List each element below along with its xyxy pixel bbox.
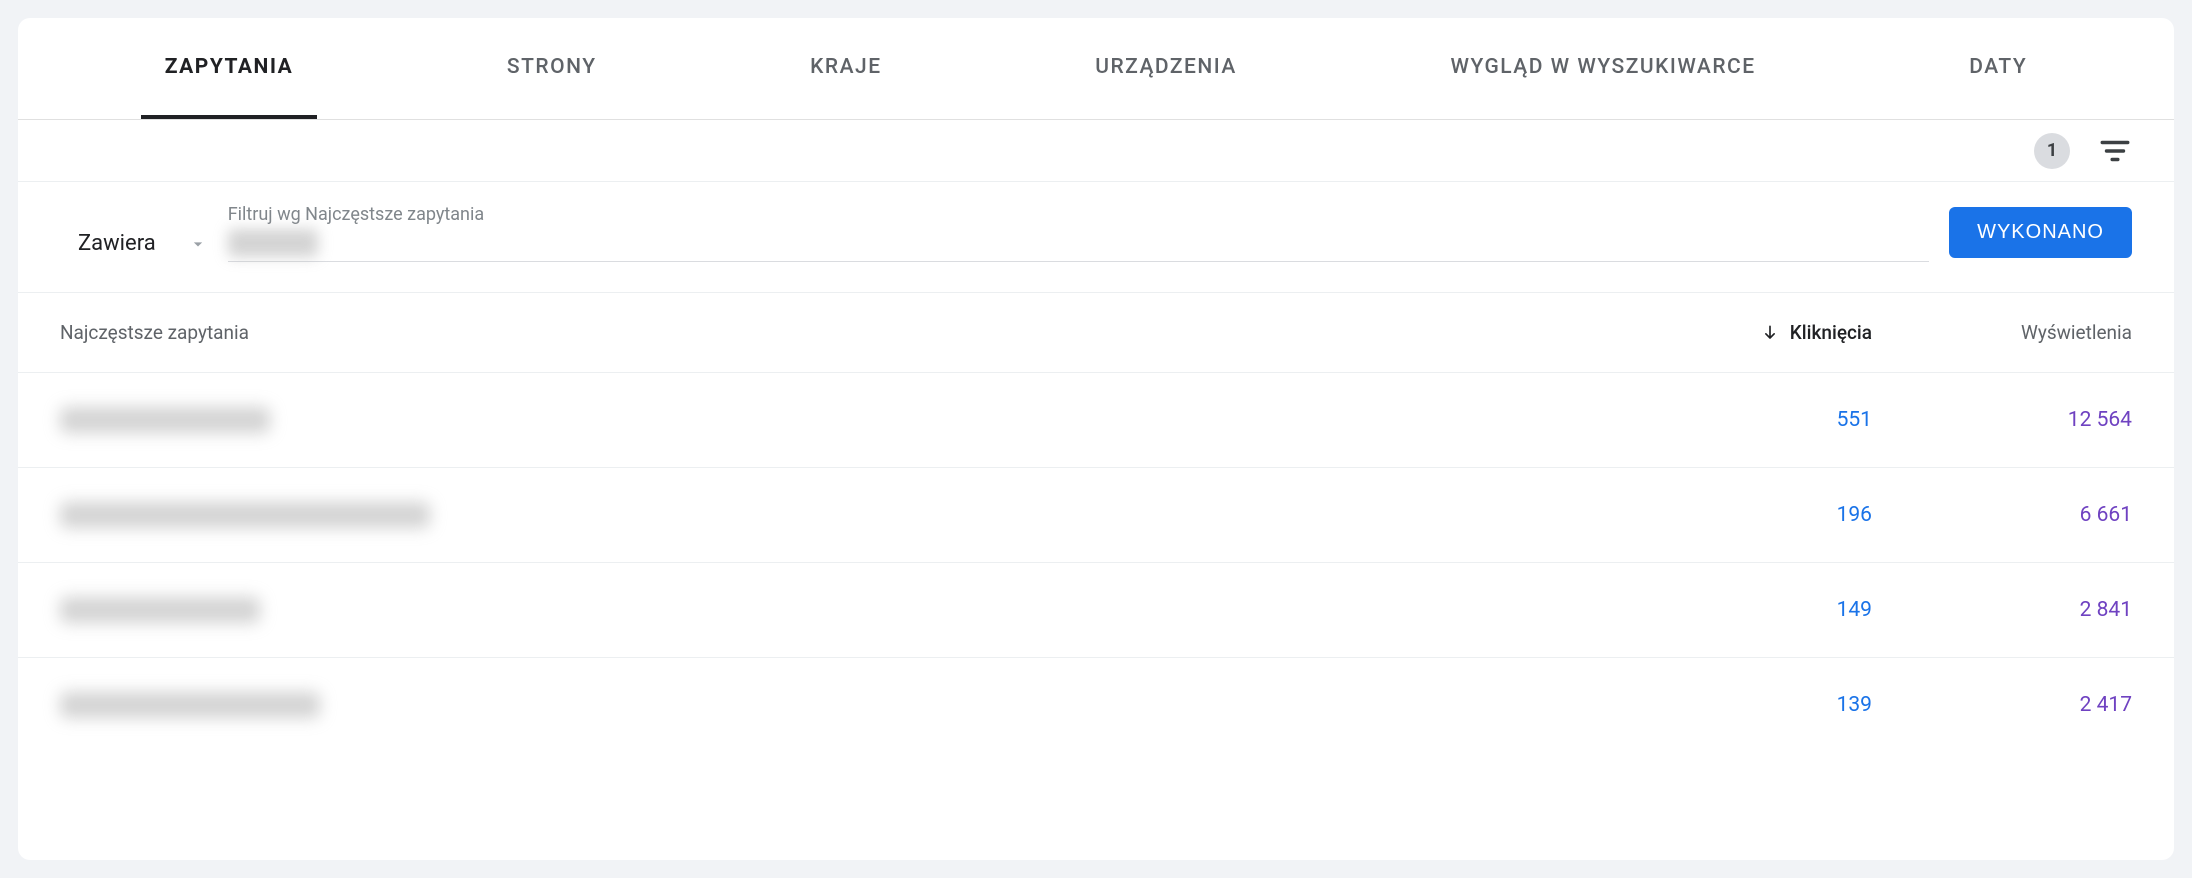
col-clicks-label: Kliknięcia <box>1790 321 1872 344</box>
col-query-header[interactable]: Najczęstsze zapytania <box>60 321 1612 344</box>
tab-queries[interactable]: ZAPYTANIA <box>141 18 317 119</box>
sort-desc-icon <box>1760 323 1780 343</box>
table-row[interactable]: 1492 841 <box>18 562 2174 657</box>
query-cell <box>60 502 1612 528</box>
tabs-bar: ZAPYTANIA STRONY KRAJE URZĄDZENIA WYGLĄD… <box>18 18 2174 120</box>
table-row[interactable]: 55112 564 <box>18 372 2174 467</box>
done-button[interactable]: WYKONANO <box>1949 207 2132 258</box>
col-impressions-header[interactable]: Wyświetlenia <box>1872 321 2132 344</box>
query-cell <box>60 597 1612 623</box>
active-filters-badge[interactable]: 1 <box>2034 133 2070 169</box>
report-panel: ZAPYTANIA STRONY KRAJE URZĄDZENIA WYGLĄD… <box>18 18 2174 860</box>
filter-input-label: Filtruj wg Najczęstsze zapytania <box>228 204 1929 225</box>
tab-devices[interactable]: URZĄDZENIA <box>1071 18 1261 119</box>
query-text <box>60 597 260 623</box>
impressions-cell: 6 661 <box>1872 503 2132 527</box>
tab-appearance[interactable]: WYGLĄD W WYSZUKIWARCE <box>1426 18 1779 119</box>
table-header: Najczęstsze zapytania Kliknięcia Wyświet… <box>18 292 2174 372</box>
impressions-cell: 2 841 <box>1872 598 2132 622</box>
impressions-cell: 12 564 <box>1872 408 2132 432</box>
filter-list-icon[interactable] <box>2098 134 2132 168</box>
filter-mode-select[interactable]: Zawiera <box>78 231 208 262</box>
tab-pages[interactable]: STRONY <box>483 18 621 119</box>
query-text <box>60 407 270 433</box>
filter-mode-label: Zawiera <box>78 231 156 256</box>
query-cell <box>60 407 1612 433</box>
filter-row: Zawiera Filtruj wg Najczęstsze zapytania… <box>18 182 2174 280</box>
query-cell <box>60 692 1612 718</box>
query-text <box>60 692 320 718</box>
table-row[interactable]: 1966 661 <box>18 467 2174 562</box>
query-text <box>60 502 430 528</box>
clicks-cell: 551 <box>1612 408 1872 432</box>
impressions-cell: 2 417 <box>1872 693 2132 717</box>
chevron-down-icon <box>188 234 208 254</box>
table-body: 55112 5641966 6611492 8411392 417 <box>18 372 2174 752</box>
tab-dates[interactable]: DATY <box>1945 18 2051 119</box>
col-clicks-header[interactable]: Kliknięcia <box>1612 321 1872 344</box>
clicks-cell: 196 <box>1612 503 1872 527</box>
clicks-cell: 149 <box>1612 598 1872 622</box>
clicks-cell: 139 <box>1612 693 1872 717</box>
tab-countries[interactable]: KRAJE <box>786 18 905 119</box>
filter-input[interactable]: Filtruj wg Najczęstsze zapytania <box>228 204 1929 262</box>
table-row[interactable]: 1392 417 <box>18 657 2174 752</box>
filter-input-value <box>228 229 318 257</box>
filter-toolbar: 1 <box>18 120 2174 182</box>
